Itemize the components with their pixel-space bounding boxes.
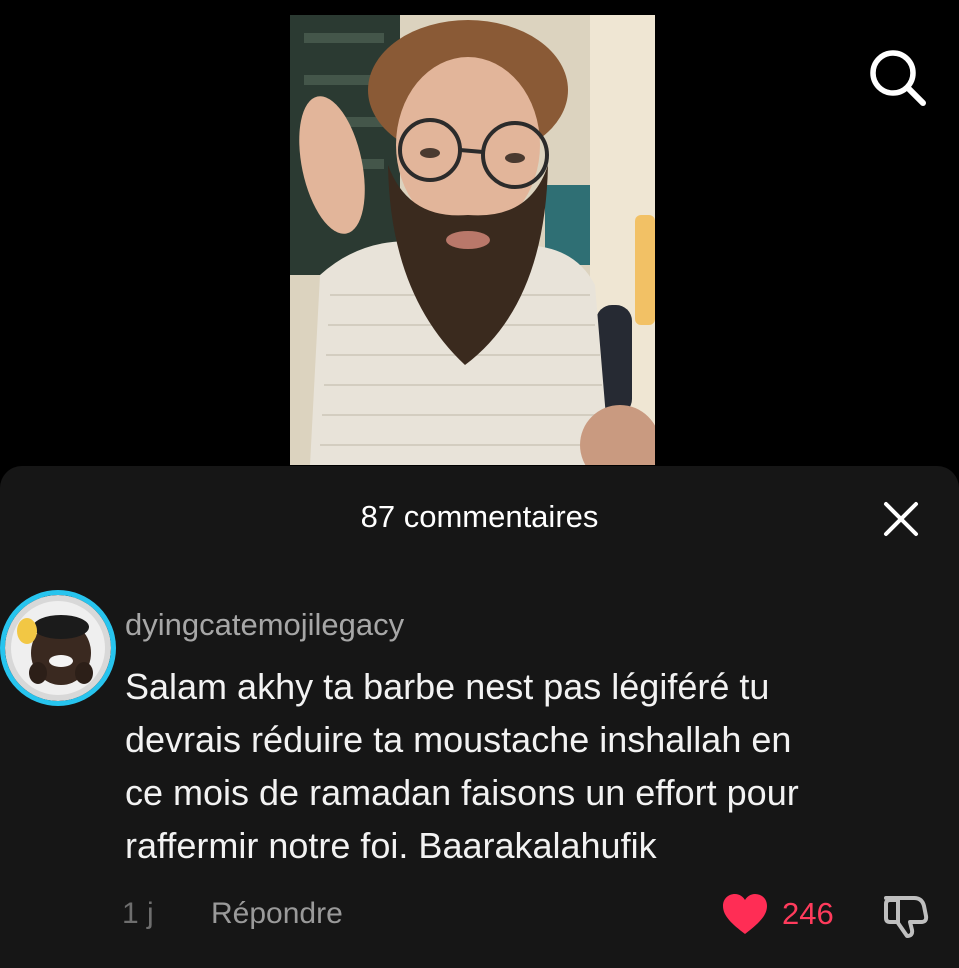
close-comments-button[interactable]: [880, 498, 922, 540]
comment-text-line: raffermir notre foi. Baarakalahufik: [125, 825, 657, 866]
comment-text-line: Salam akhy ta barbe nest pas légiféré tu: [125, 666, 770, 707]
avatar-image: [5, 595, 111, 701]
comments-sheet: 87 commentaires dyingcatemojilegacy Sala…: [0, 466, 959, 968]
tiktok-comments-screen: 87 commentaires dyingcatemojilegacy Sala…: [0, 0, 959, 968]
dislike-button[interactable]: [880, 890, 930, 940]
video-area[interactable]: [0, 0, 959, 470]
comment-text-line: devrais réduire ta moustache inshallah e…: [125, 719, 792, 760]
close-icon: [884, 502, 918, 536]
video-still-image: [290, 15, 655, 465]
search-button[interactable]: [866, 46, 928, 108]
comments-count-title: 87 commentaires: [360, 499, 599, 534]
commenter-avatar[interactable]: [0, 590, 116, 706]
reply-button[interactable]: Répondre: [211, 896, 343, 932]
like-button[interactable]: 246: [722, 890, 834, 938]
like-count: 246: [782, 896, 834, 931]
comment-text-line: ce mois de ramadan faisons un effort pou…: [125, 772, 799, 813]
heart-icon: [723, 894, 767, 934]
comment-text: Salam akhy ta barbe nest pas légiféré tu…: [125, 660, 945, 872]
thumbs-down-icon: [884, 896, 929, 938]
search-icon: [870, 50, 926, 106]
comment-age: 1 j: [122, 897, 154, 930]
video-thumbnail[interactable]: [290, 15, 655, 465]
comment-username[interactable]: dyingcatemojilegacy: [125, 607, 404, 643]
